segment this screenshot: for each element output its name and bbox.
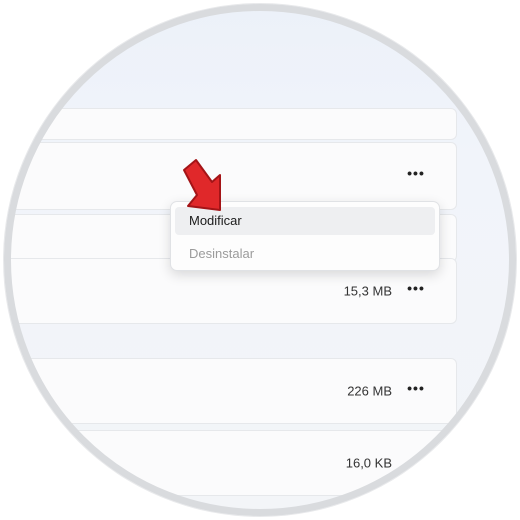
more-icon: ••• bbox=[407, 165, 425, 181]
app-list-row bbox=[4, 108, 457, 140]
app-size: 226 MB bbox=[347, 383, 392, 399]
more-icon: ••• bbox=[407, 380, 425, 396]
more-options-button[interactable]: ••• bbox=[402, 281, 430, 301]
arrow-shape bbox=[183, 159, 221, 211]
menu-item-desinstalar: Desinstalar bbox=[189, 246, 255, 261]
app-list-row[interactable]: 16,0 KB bbox=[4, 430, 457, 496]
more-icon: ••• bbox=[407, 280, 425, 296]
annotation-arrow-icon bbox=[183, 159, 221, 211]
app-size: 15,3 MB bbox=[343, 283, 392, 299]
app-list-row[interactable]: 226 MB ••• bbox=[4, 358, 457, 424]
more-options-button[interactable]: ••• bbox=[402, 381, 430, 401]
app-size: 16,0 KB bbox=[345, 455, 392, 471]
more-options-button[interactable]: ••• bbox=[402, 166, 430, 186]
magnifier-lens: ••• 15,3 MB ••• 226 MB ••• 16,0 KB Modif… bbox=[4, 4, 516, 516]
